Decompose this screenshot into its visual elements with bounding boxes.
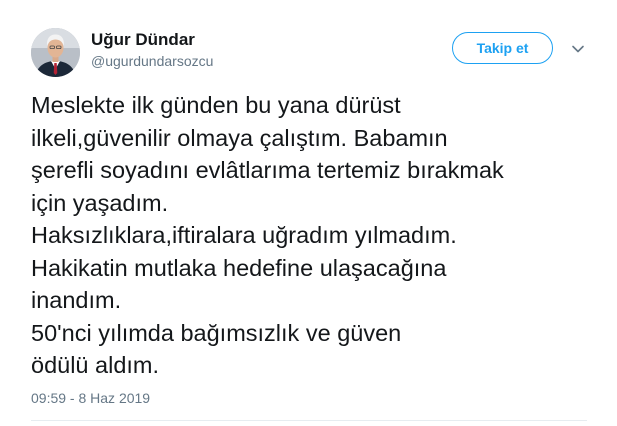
chevron-down-icon[interactable] (570, 42, 586, 54)
tweet-text: Meslekte ilk günden bu yana dürüst ilkel… (31, 89, 601, 382)
tweet-line: Haksızlıklara,iftiralara uğradım yılmadı… (31, 222, 457, 248)
tweet-timestamp[interactable]: 09:59 - 8 Haz 2019 (31, 390, 150, 406)
follow-button[interactable]: Takip et (452, 32, 553, 64)
tweet-line: inandım. (31, 287, 122, 313)
user-handle[interactable]: @ugurdundarsozcu (91, 53, 213, 69)
avatar[interactable] (31, 28, 80, 77)
tweet-line: Meslekte ilk günden bu yana dürüst (31, 92, 401, 118)
tweet-line: ödülü aldım. (31, 352, 160, 378)
avatar-photo (31, 28, 80, 77)
tweet-line: 50'nci yılımda bağımsızlık ve güven (31, 319, 402, 346)
divider (31, 420, 587, 421)
tweet-line: ilkeli,güvenilir olmaya çalıştım. Babamı… (31, 124, 448, 151)
tweet-line: şerefli soyadını evlâtlarıma tertemiz bı… (31, 157, 504, 183)
tweet-line: için yaşadım. (31, 189, 169, 216)
tweet-line: Hakikatin mutlaka hedefine ulaşacağına (31, 254, 447, 281)
display-name[interactable]: Uğur Dündar (91, 30, 195, 50)
